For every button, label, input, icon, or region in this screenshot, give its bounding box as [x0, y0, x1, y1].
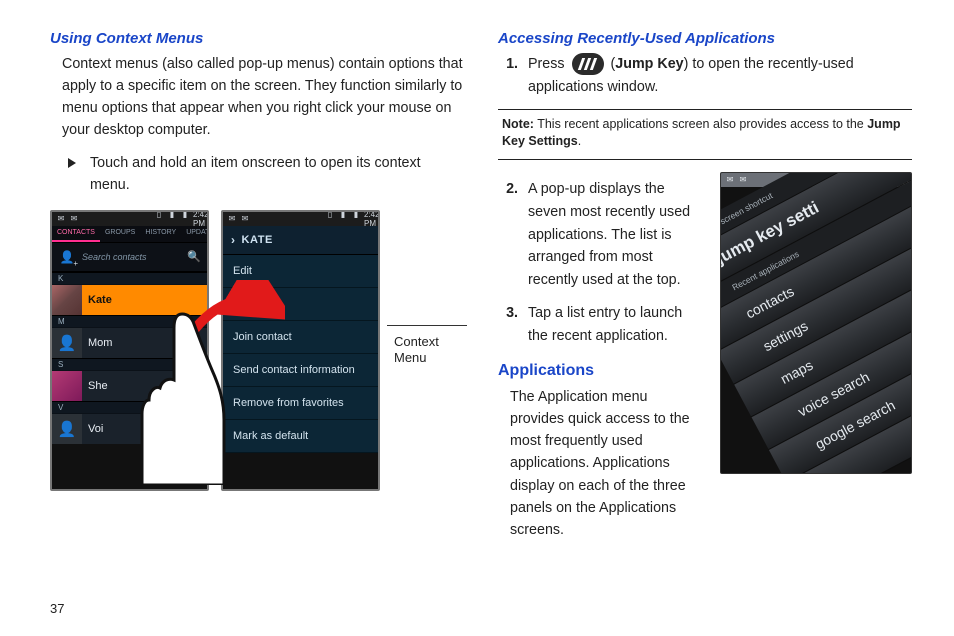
mail-open-icon: ✉ — [69, 214, 79, 223]
note-body: This recent applications screen also pro… — [534, 117, 867, 131]
section-v: V — [52, 401, 207, 413]
mail-open-icon: ✉ — [738, 175, 748, 184]
row-split: A pop-up displays the seven most recentl… — [498, 172, 912, 551]
mail-icon: ✉ — [56, 214, 66, 223]
contact-name: She — [88, 380, 108, 392]
contact-row-kate: Kate — [52, 284, 207, 315]
status-bar: ✉✉ ▯ ▮ ▮ 2:42 PM — [223, 212, 378, 226]
jump-key-icon — [572, 53, 604, 75]
search-row: 👤 Search contacts 🔍 — [52, 243, 207, 272]
steps-recent-apps-cont: A pop-up displays the seven most recentl… — [522, 178, 704, 348]
note-tail: . — [578, 134, 581, 148]
section-m: M — [52, 315, 207, 327]
mail-open-icon: ✉ — [240, 214, 250, 223]
row-split-text: A pop-up displays the seven most recentl… — [498, 172, 704, 551]
ctx-remove-fav: Remove from favorites — [223, 387, 378, 420]
note-box: Note: This recent applications screen al… — [498, 109, 912, 160]
heading-context-menus: Using Context Menus — [50, 30, 464, 47]
contact-name: Mom — [88, 337, 112, 349]
phone-recent-apps: ✉✉ ▯ ▮ ▮ 2:42 PM Lock screen shortcut ju… — [720, 172, 912, 474]
ctx-edit: Edit — [223, 255, 378, 288]
contact-row-mom: 👤 Mom — [52, 327, 207, 358]
ctx-mark-default: Mark as default — [223, 420, 378, 453]
ctx-join: Join contact — [223, 321, 378, 354]
left-column: Using Context Menus Context menus (also … — [50, 30, 464, 626]
tab-updates: UPDATES — [181, 226, 209, 242]
avatar: 👤 — [52, 328, 82, 358]
search-icon: 🔍 — [187, 250, 201, 263]
bullet-touch-hold: Touch and hold an item onscreen to open … — [62, 152, 464, 196]
step-1: Press (Jump Key) to open the recently-us… — [522, 53, 912, 99]
section-s: S — [52, 358, 207, 370]
chevron-right-icon: › — [231, 233, 236, 247]
contacts-tabs: CONTACTS GROUPS HISTORY UPDATES — [52, 226, 207, 243]
mail-icon: ✉ — [725, 175, 735, 184]
heading-applications: Applications — [498, 362, 704, 380]
heading-recent-apps: Accessing Recently-Used Applications — [498, 30, 912, 47]
section-k: K — [52, 272, 207, 284]
paragraph-applications: The Application menu provides quick acce… — [510, 386, 704, 541]
step1-text-a: Press — [528, 56, 569, 72]
contact-row-voi: 👤 Voi — [52, 413, 207, 444]
tab-groups: GROUPS — [100, 226, 140, 242]
paragraph-context-menus: Context menus (also called pop-up menus)… — [62, 53, 464, 142]
context-menu-title: › KATE — [223, 226, 378, 255]
ctx-delete: Delete — [223, 288, 378, 321]
ctx-send-info: Send contact information — [223, 354, 378, 387]
status-bar: ✉✉ ▯ ▮ ▮ 2:42 PM — [52, 212, 207, 226]
note-lead: Note: — [502, 117, 534, 131]
page-number: 37 — [50, 601, 64, 616]
tab-history: HISTORY — [140, 226, 181, 242]
figure-context-menu: ✉✉ ▯ ▮ ▮ 2:42 PM CONTACTS GROUPS HISTORY… — [50, 210, 464, 491]
battery-icon: ▮ — [351, 210, 361, 228]
contact-name: Kate — [88, 294, 112, 306]
contact-name: Voi — [88, 423, 103, 435]
figure-phones: ✉✉ ▯ ▮ ▮ 2:42 PM CONTACTS GROUPS HISTORY… — [50, 210, 380, 491]
manual-page: Using Context Menus Context menus (also … — [0, 0, 954, 636]
phone-context-menu: ✉✉ ▯ ▮ ▮ 2:42 PM › KATE Edit Delete — [221, 210, 380, 491]
avatar: 👤 — [52, 414, 82, 444]
steps-recent-apps: Press (Jump Key) to open the recently-us… — [522, 53, 912, 99]
cast-icon: ▯ — [325, 210, 335, 228]
right-column: Accessing Recently-Used Applications Pre… — [498, 30, 912, 626]
phone-contacts: ✉✉ ▯ ▮ ▮ 2:42 PM CONTACTS GROUPS HISTORY… — [50, 210, 209, 491]
search-placeholder: Search contacts — [82, 252, 181, 262]
step-3: Tap a list entry to launch the recent ap… — [522, 302, 704, 348]
signal-icon: ▮ — [338, 210, 348, 228]
step1-keyname: Jump Key — [615, 56, 683, 72]
context-menu-title-text: KATE — [242, 234, 273, 246]
clock-text: 2:42 PM — [364, 210, 374, 228]
add-contact-icon: 👤 — [58, 248, 76, 266]
avatar — [52, 285, 82, 315]
avatar — [52, 371, 82, 401]
tilt-list: Lock screen shortcut jump key setti Rece… — [720, 172, 912, 474]
tab-contacts: CONTACTS — [52, 226, 100, 242]
mail-icon: ✉ — [227, 214, 237, 223]
step-2: A pop-up displays the seven most recentl… — [522, 178, 704, 292]
contact-row-she: She — [52, 370, 207, 401]
callout-context-menu: Context Menu — [394, 334, 439, 367]
callout-leader — [387, 325, 467, 328]
